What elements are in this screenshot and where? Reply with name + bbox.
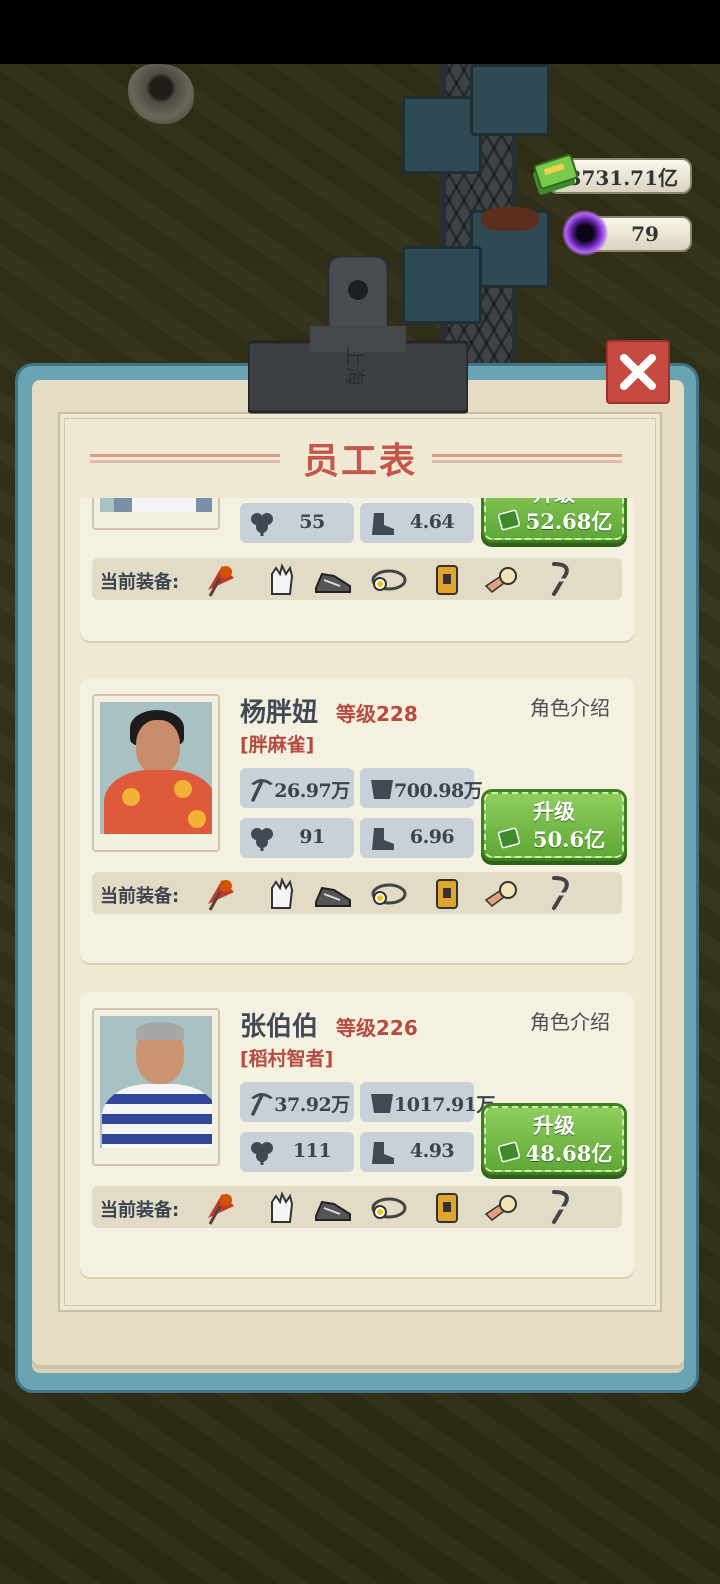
- speed-stat: 4.64: [360, 503, 474, 543]
- mining-stat: 26.97万: [240, 768, 354, 808]
- employee-portrait: [92, 498, 220, 530]
- boot-icon: [372, 1142, 394, 1164]
- capacity-stat: 700.98万: [360, 768, 483, 808]
- speed-stat: 6.96: [360, 818, 474, 858]
- employee-name: 张伯伯: [240, 1012, 319, 1042]
- employee-list[interactable]: 55 4.64 升级 52.68亿 当前装备: 杨胖妞: [72, 498, 648, 1290]
- luck-stat: 91: [240, 818, 354, 858]
- page-title: 员工表: [302, 441, 417, 482]
- binder-clip-icon: 上海: [248, 256, 468, 414]
- upgrade-button[interactable]: 升级 48.68亿: [484, 1106, 624, 1172]
- cash-stack-icon: [533, 154, 578, 195]
- headlamp-icon[interactable]: [370, 560, 408, 598]
- boot-icon: [372, 513, 394, 535]
- knee-pad-icon[interactable]: [482, 560, 520, 598]
- speed-stat: 4.93: [360, 1132, 474, 1172]
- equipment-bar: 当前装备:: [92, 872, 622, 914]
- knee-pad-icon[interactable]: [482, 1188, 520, 1226]
- pickaxe-icon: [251, 1093, 273, 1116]
- equipment-bar: 当前装备:: [92, 558, 622, 600]
- umbrella-pick-icon[interactable]: [202, 560, 240, 598]
- employee-card: 张伯伯 等级226 [稻村智者] 角色介绍 37.92万 1017.91万 11…: [80, 992, 634, 1277]
- upgrade-button[interactable]: 升级 52.68亿: [484, 498, 624, 540]
- employee-portrait: [92, 1008, 220, 1166]
- close-button[interactable]: [606, 340, 670, 404]
- employee-level: 等级228: [336, 702, 418, 726]
- leg-brace-icon[interactable]: [540, 560, 578, 598]
- elevator-bucket: [470, 64, 550, 136]
- cash-icon: [498, 1141, 520, 1163]
- title-rule-left: [90, 454, 280, 457]
- svg-text:上海: 上海: [343, 346, 367, 386]
- umbrella-pick-icon[interactable]: [202, 874, 240, 912]
- luck-stat: 55: [240, 503, 354, 543]
- vortex-gem-icon: [562, 210, 608, 256]
- elevator-bucket-filled: [470, 207, 550, 288]
- glove-icon[interactable]: [262, 1188, 300, 1226]
- character-intro-link[interactable]: 角色介绍: [530, 692, 610, 721]
- backpack-icon[interactable]: [428, 1188, 466, 1226]
- employee-tag: [稻村智者]: [240, 1048, 334, 1070]
- leg-brace-icon[interactable]: [540, 874, 578, 912]
- shoes-icon[interactable]: [314, 874, 352, 912]
- gem-value: 79: [631, 222, 659, 246]
- character-intro-link[interactable]: 角色介绍: [530, 1006, 610, 1035]
- equipment-bar: 当前装备:: [92, 1186, 622, 1228]
- money-value: 3731.71亿: [567, 165, 678, 190]
- title-rule-right: [432, 454, 622, 457]
- backpack-icon[interactable]: [428, 560, 466, 598]
- headlamp-icon[interactable]: [370, 1188, 408, 1226]
- clover-icon: [251, 1142, 273, 1165]
- luck-stat: 111: [240, 1132, 354, 1172]
- capacity-stat: 1017.91万: [360, 1082, 495, 1122]
- pickaxe-icon: [251, 779, 273, 802]
- cart-icon: [371, 780, 393, 799]
- employee-tag: [胖麻雀]: [240, 734, 315, 756]
- glove-icon[interactable]: [262, 874, 300, 912]
- headlamp-icon[interactable]: [370, 874, 408, 912]
- employee-level: 等级226: [336, 1016, 418, 1040]
- clover-icon: [251, 513, 273, 536]
- knee-pad-icon[interactable]: [482, 874, 520, 912]
- employee-name: 杨胖妞: [240, 698, 319, 728]
- upgrade-button[interactable]: 升级 50.6亿: [484, 792, 624, 858]
- close-icon: [620, 354, 656, 390]
- employee-card: 杨胖妞 等级228 [胖麻雀] 角色介绍 26.97万 700.98万 91 6…: [80, 678, 634, 963]
- status-bar: [0, 0, 720, 64]
- employee-portrait: [92, 694, 220, 852]
- cash-icon: [498, 827, 520, 849]
- glove-icon[interactable]: [262, 560, 300, 598]
- employee-card: 55 4.64 升级 52.68亿 当前装备:: [80, 498, 634, 641]
- shoes-icon[interactable]: [314, 560, 352, 598]
- leg-brace-icon[interactable]: [540, 1188, 578, 1226]
- cash-icon: [498, 509, 520, 531]
- shoes-icon[interactable]: [314, 1188, 352, 1226]
- cart-icon: [371, 1094, 393, 1113]
- mining-stat: 37.92万: [240, 1082, 354, 1122]
- boot-icon: [372, 828, 394, 850]
- backpack-icon[interactable]: [428, 874, 466, 912]
- umbrella-pick-icon[interactable]: [202, 1188, 240, 1226]
- clover-icon: [251, 828, 273, 851]
